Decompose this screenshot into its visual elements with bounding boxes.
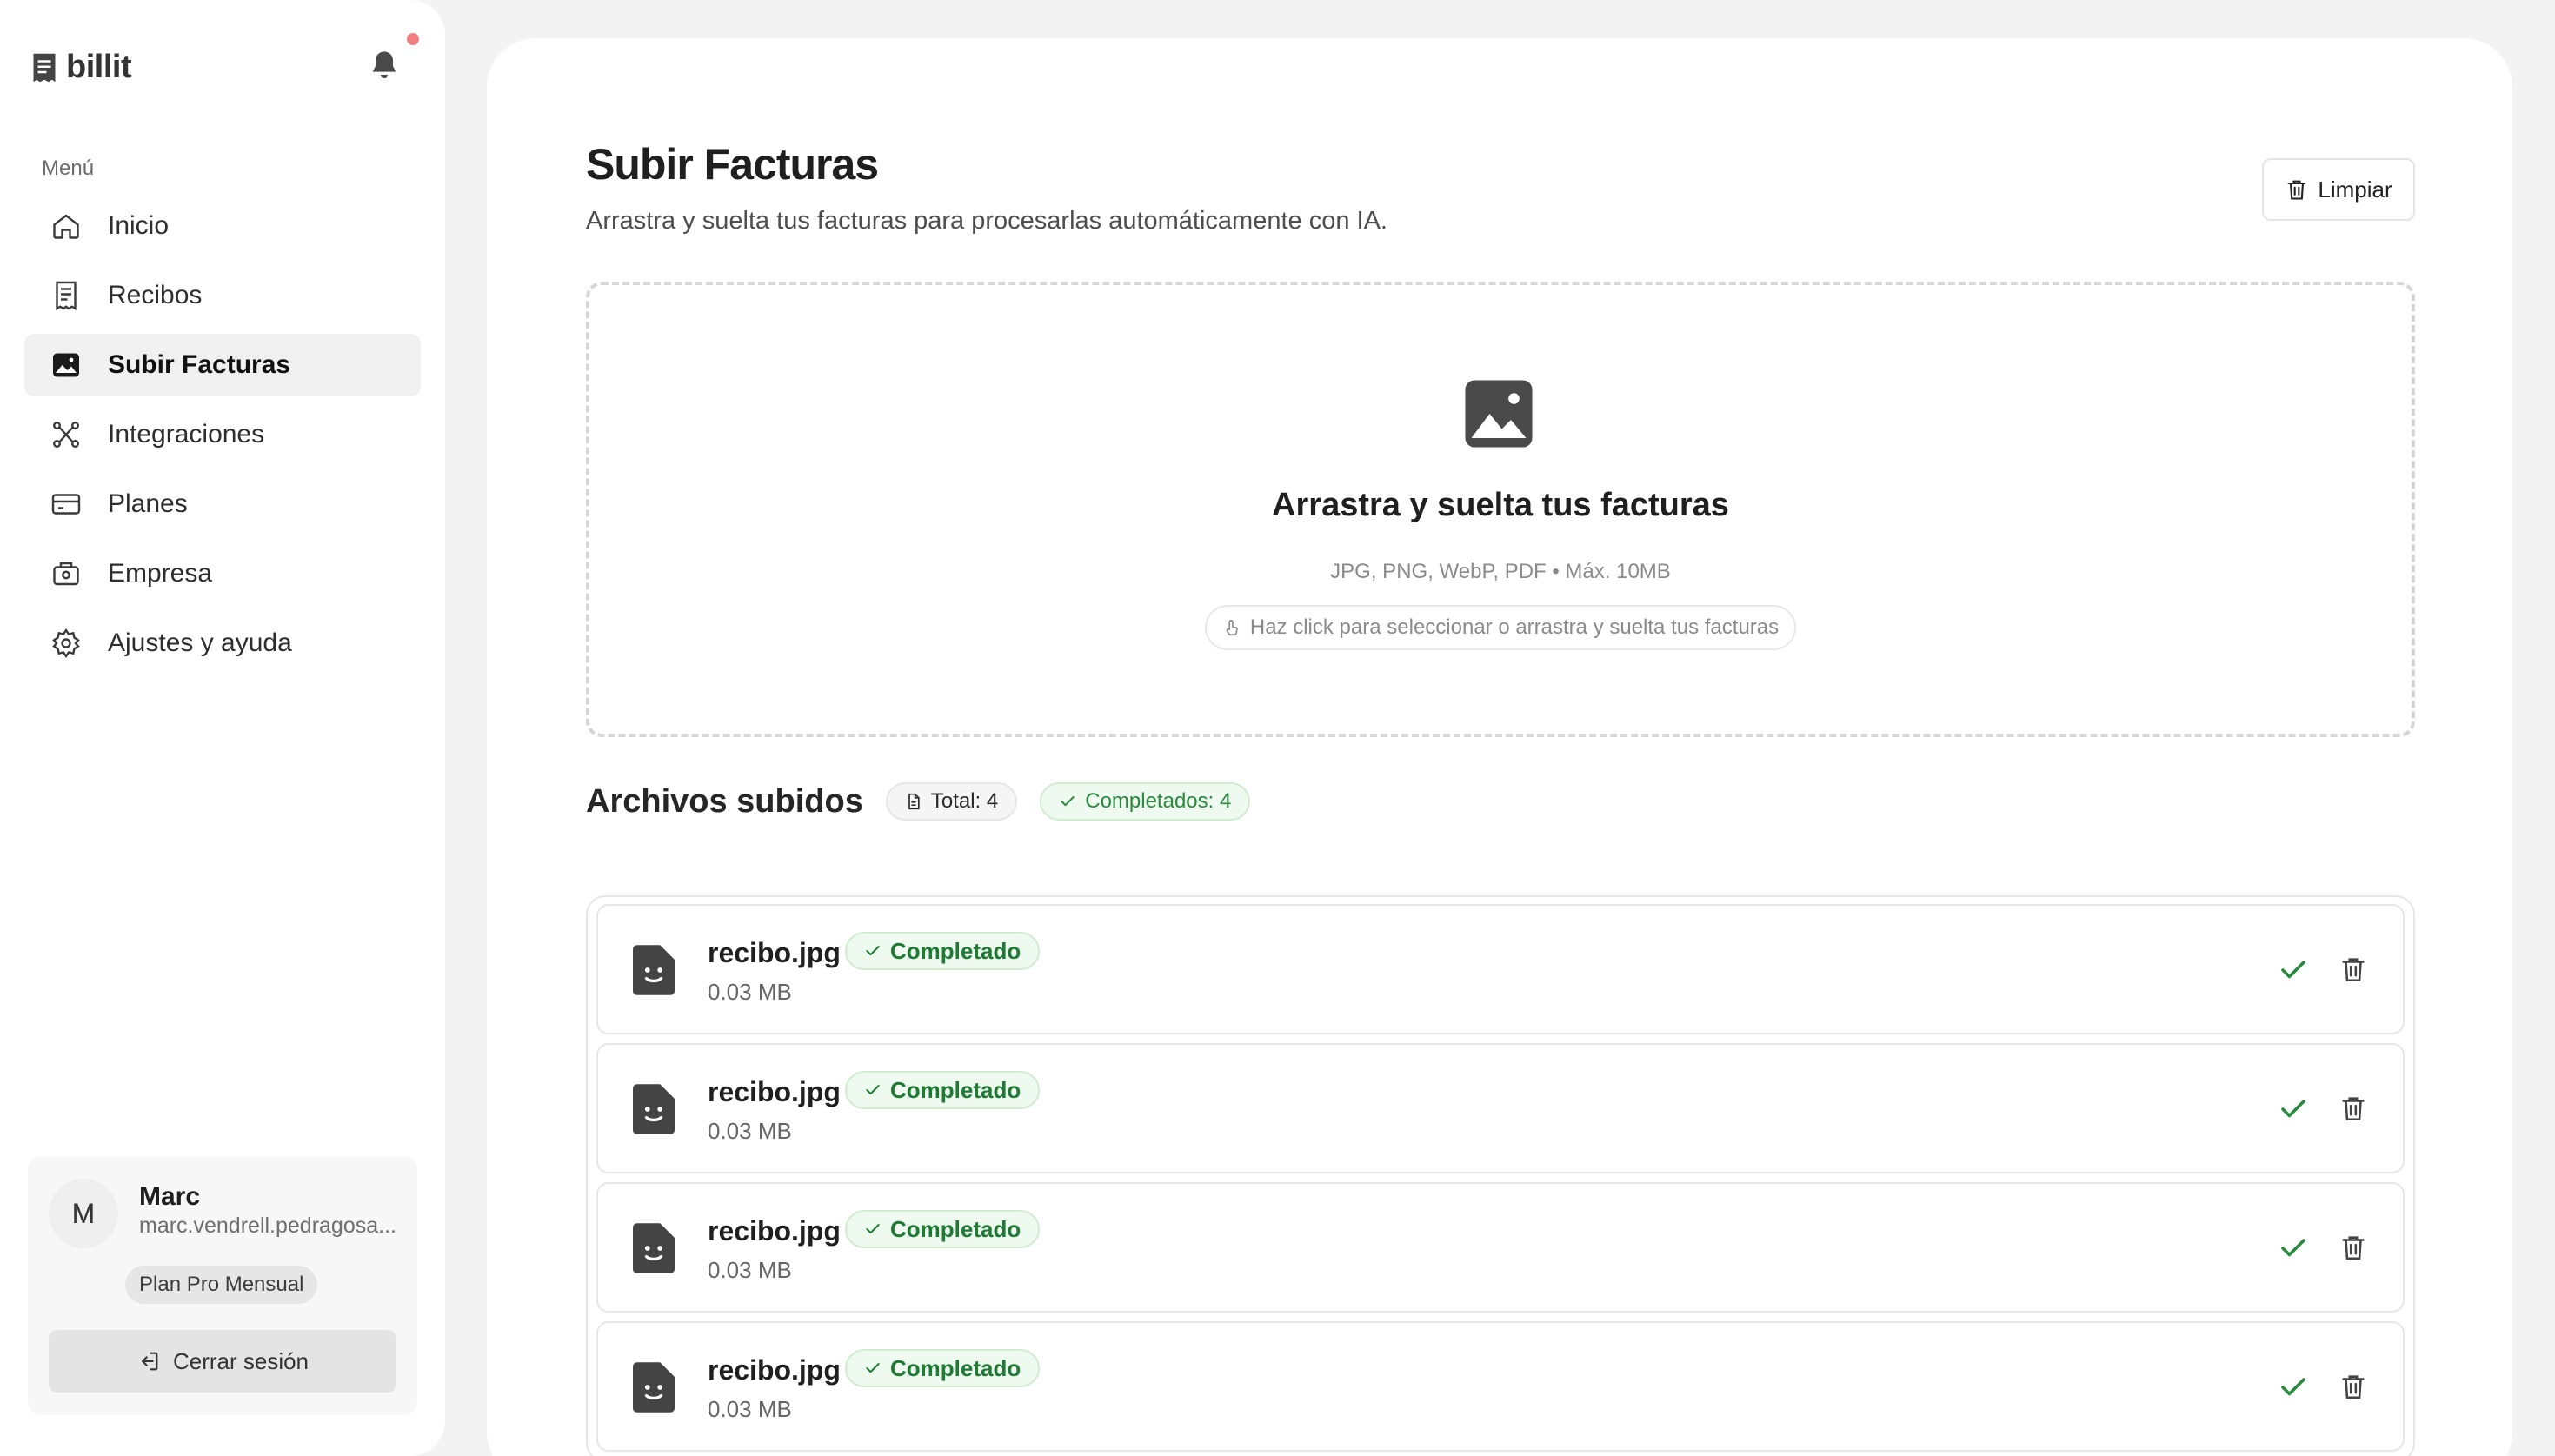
sidebar-item-empresa[interactable]: Empresa	[24, 542, 421, 605]
sidebar-item-label: Planes	[108, 489, 188, 518]
brand-name: billit	[66, 49, 132, 85]
bell-icon[interactable]	[367, 49, 402, 83]
sidebar-item-integraciones[interactable]: Integraciones	[24, 403, 421, 466]
sidebar: billit Menú Inicio Recibos Subir Factura…	[0, 0, 445, 1456]
file-list: recibo.jpg Completado 0.03 MB recibo.jpg	[586, 895, 2415, 1456]
clear-label: Limpiar	[2318, 176, 2392, 203]
status-label: Completado	[890, 937, 1021, 964]
file-row: recibo.jpg Completado 0.03 MB	[596, 1182, 2405, 1313]
sidebar-item-planes[interactable]: Planes	[24, 473, 421, 535]
check-icon	[866, 1224, 880, 1234]
file-icon	[908, 793, 920, 810]
receipt-icon	[56, 281, 77, 311]
file-row: recibo.jpg Completado 0.03 MB	[596, 1321, 2405, 1452]
upload-dropzone[interactable]: Arrastra y suelta tus facturas JPG, PNG,…	[586, 282, 2415, 737]
file-name: recibo.jpg	[708, 1076, 841, 1107]
main-panel: Subir Facturas Arrastra y suelta tus fac…	[487, 38, 2512, 1456]
check-icon	[866, 1363, 880, 1373]
dropzone-hint-label: Haz click para seleccionar o arrastra y …	[1249, 615, 1780, 639]
check-icon	[2281, 1378, 2305, 1396]
menu-label: Menú	[42, 156, 95, 180]
briefcase-icon	[53, 562, 79, 586]
delete-file-icon[interactable]	[2339, 954, 2368, 984]
status-label: Completado	[890, 1215, 1021, 1242]
completed-chip: Completados: 4	[1040, 782, 1251, 821]
status-badge: Completado	[845, 932, 1041, 970]
status-label: Completado	[890, 1076, 1021, 1103]
completed-chip-label: Completados: 4	[1085, 789, 1232, 813]
file-row: recibo.jpg Completado 0.03 MB	[596, 904, 2405, 1034]
sidebar-item-inicio[interactable]: Inicio	[24, 195, 421, 257]
file-receipt-icon	[633, 1223, 675, 1273]
file-row: recibo.jpg Completado 0.03 MB	[596, 1043, 2405, 1173]
status-badge: Completado	[845, 1071, 1041, 1109]
total-chip-label: Total: 4	[930, 789, 999, 813]
logout-label: Cerrar sesión	[172, 1347, 309, 1374]
sidebar-item-subir-facturas[interactable]: Subir Facturas	[24, 334, 421, 396]
sidebar-item-label: Ajustes y ayuda	[108, 628, 292, 657]
sidebar-item-label: Subir Facturas	[108, 350, 291, 379]
sidebar-item-ajustes[interactable]: Ajustes y ayuda	[24, 612, 421, 675]
trash-icon	[2287, 180, 2306, 200]
file-size: 0.03 MB	[708, 1118, 792, 1144]
logout-button[interactable]: Cerrar sesión	[49, 1330, 396, 1393]
receipt-logo-icon	[33, 53, 56, 82]
check-icon	[2281, 1239, 2305, 1257]
image-icon	[53, 353, 79, 377]
user-email: marc.vendrell.pedragosa...	[139, 1213, 396, 1238]
dropzone-hint-wrap: Haz click para seleccionar o arrastra y …	[589, 605, 2412, 650]
status-badge: Completado	[845, 1210, 1041, 1248]
page-subtitle: Arrastra y suelta tus facturas para proc…	[586, 207, 1387, 235]
pointer-icon	[1226, 619, 1238, 636]
sidebar-item-label: Integraciones	[108, 420, 265, 449]
check-icon	[2281, 961, 2305, 979]
delete-file-icon[interactable]	[2339, 1233, 2368, 1262]
avatar[interactable]: M	[49, 1179, 118, 1248]
clear-button[interactable]: Limpiar	[2262, 158, 2415, 221]
card-icon	[51, 494, 81, 515]
check-icon	[1061, 796, 1075, 807]
user-card: M Marc marc.vendrell.pedragosa... Plan P…	[28, 1156, 417, 1415]
check-icon	[2281, 1100, 2305, 1118]
file-size: 0.03 MB	[708, 979, 792, 1005]
check-icon	[866, 1085, 880, 1095]
delete-file-icon[interactable]	[2339, 1094, 2368, 1123]
dropzone-hint[interactable]: Haz click para seleccionar o arrastra y …	[1204, 605, 1797, 650]
dropzone-formats: JPG, PNG, WebP, PDF • Máx. 10MB	[1330, 560, 1671, 583]
file-receipt-icon	[633, 945, 675, 995]
home-icon	[53, 214, 79, 239]
file-size: 0.03 MB	[708, 1396, 792, 1422]
file-receipt-icon	[633, 1362, 675, 1413]
sidebar-item-label: Recibos	[108, 281, 203, 309]
delete-file-icon[interactable]	[2339, 1372, 2368, 1401]
brand[interactable]: billit	[31, 49, 132, 86]
uploaded-files-header: Archivos subidos Total: 4 Completados: 4	[586, 782, 1251, 821]
file-name: recibo.jpg	[708, 1354, 841, 1386]
page-title: Subir Facturas	[586, 140, 879, 189]
plan-badge: Plan Pro Mensual	[125, 1266, 318, 1304]
check-icon	[866, 946, 880, 956]
logout-icon	[141, 1352, 158, 1371]
total-chip: Total: 4	[885, 782, 1018, 821]
notification-dot	[407, 33, 419, 45]
file-name: recibo.jpg	[708, 937, 841, 968]
gear-icon	[52, 628, 80, 659]
status-badge: Completado	[845, 1349, 1041, 1387]
dropzone-title: Arrastra y suelta tus facturas	[1272, 487, 1729, 523]
file-size: 0.03 MB	[708, 1257, 792, 1283]
status-label: Completado	[890, 1354, 1021, 1381]
app: billit Menú Inicio Recibos Subir Factura…	[0, 0, 2555, 1456]
file-receipt-icon	[633, 1084, 675, 1134]
user-name: Marc	[139, 1182, 201, 1211]
image-upload-icon	[1465, 380, 1533, 448]
sidebar-nav: Inicio Recibos Subir Facturas Integracio…	[24, 195, 421, 681]
sidebar-item-recibos[interactable]: Recibos	[24, 264, 421, 327]
sidebar-item-label: Empresa	[108, 559, 213, 588]
uploaded-files-title: Archivos subidos	[586, 782, 863, 820]
file-name: recibo.jpg	[708, 1215, 841, 1247]
integrations-icon	[52, 421, 79, 448]
sidebar-item-label: Inicio	[108, 211, 170, 240]
